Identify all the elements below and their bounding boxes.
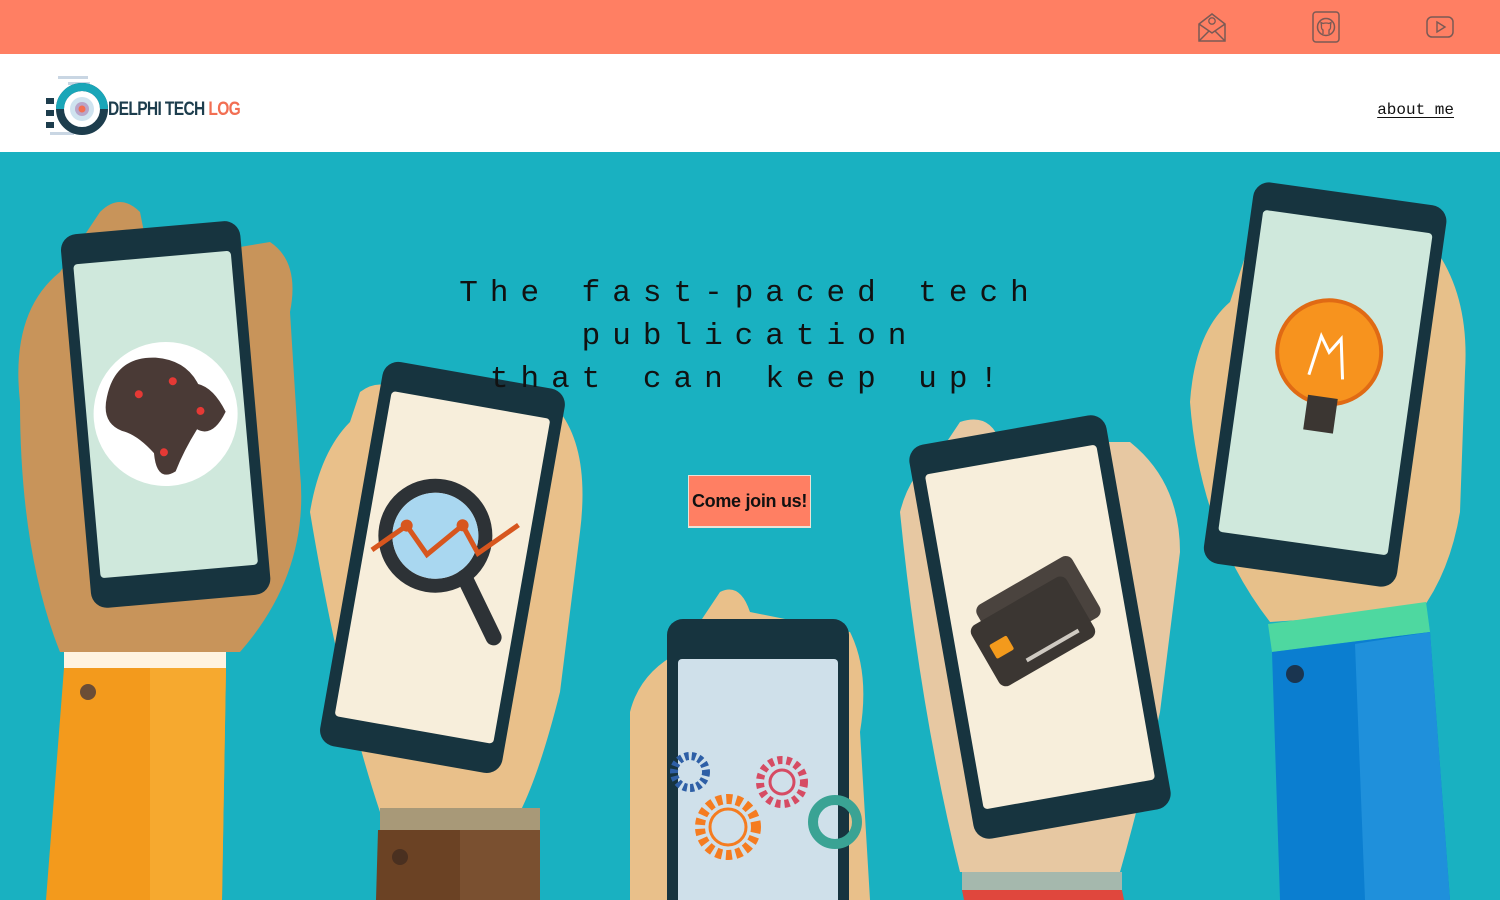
site-logo[interactable]: DELPHI TECH LOG bbox=[42, 74, 242, 140]
come-join-us-button[interactable]: Come join us! bbox=[688, 475, 811, 528]
hand-phone-gears bbox=[630, 589, 870, 900]
email-icon[interactable] bbox=[1196, 10, 1228, 44]
logo-text-primary: DELPHI TECH bbox=[108, 99, 205, 120]
hero-tagline: The fast-paced tech publication that can… bbox=[300, 272, 1200, 401]
top-bar bbox=[0, 0, 1500, 54]
logo-text-accent: LOG bbox=[208, 99, 241, 120]
youtube-icon[interactable] bbox=[1424, 10, 1456, 44]
logo-emblem-icon bbox=[46, 76, 108, 135]
hand-phone-globe bbox=[18, 202, 302, 900]
nav-bar: DELPHI TECH LOG about me bbox=[0, 54, 1500, 152]
hand-phone-magnifier bbox=[310, 361, 583, 900]
logo-text: DELPHI TECH LOG bbox=[108, 99, 241, 121]
hero-banner: The fast-paced tech publication that can… bbox=[0, 152, 1500, 900]
github-icon[interactable] bbox=[1310, 10, 1342, 44]
hero-tagline-line2: that can keep up! bbox=[489, 362, 1011, 397]
hand-phone-bulb bbox=[1190, 182, 1466, 900]
hero-tagline-line1: The fast-paced tech publication bbox=[459, 276, 1041, 354]
hand-phone-card bbox=[900, 415, 1180, 900]
about-me-link[interactable]: about me bbox=[1377, 101, 1454, 119]
